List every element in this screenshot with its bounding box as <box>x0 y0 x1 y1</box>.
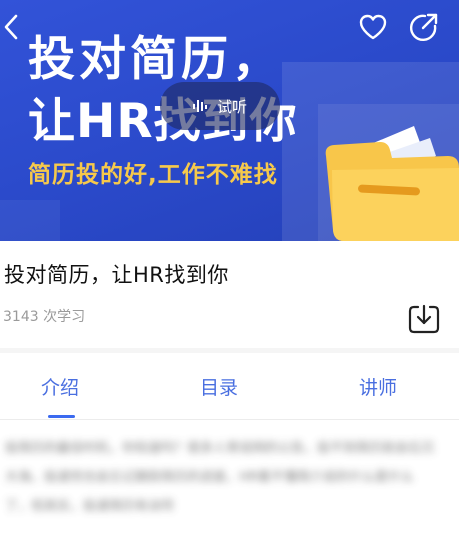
heart-icon[interactable] <box>358 13 388 41</box>
study-count: 3143 次学习 <box>3 309 86 325</box>
course-title: 投对简历，让HR找到你 <box>4 263 229 287</box>
audio-preview-button[interactable]: 试听 <box>160 82 280 130</box>
banner-tagline: 简历投的好,工作不难找 <box>28 162 278 188</box>
resume-folder-illustration <box>325 126 459 241</box>
share-icon[interactable] <box>408 11 440 43</box>
tab-lecturer[interactable]: 讲师 <box>359 375 397 401</box>
intro-text-blurred: 投简历的最佳时机，你知道吗？很多人常说网的公告，投不到简历就会石沉大海，投递完也… <box>5 441 435 514</box>
banner-title-line1: 投对简历， <box>28 32 283 87</box>
tab-intro[interactable]: 介绍 <box>41 375 79 401</box>
course-tabs: 介绍 目录 讲师 <box>0 353 459 420</box>
active-tab-indicator <box>48 415 75 418</box>
audio-preview-label: 试听 <box>216 97 247 116</box>
audio-wave-icon <box>192 100 207 112</box>
chevron-left-icon[interactable] <box>2 14 20 40</box>
download-icon[interactable] <box>408 302 440 334</box>
course-banner: 投对简历， 让HR找到你 简历投的好,工作不难找 试听 <box>0 0 459 241</box>
tab-catalog[interactable]: 目录 <box>200 375 238 401</box>
banner-decor-square <box>0 200 60 241</box>
